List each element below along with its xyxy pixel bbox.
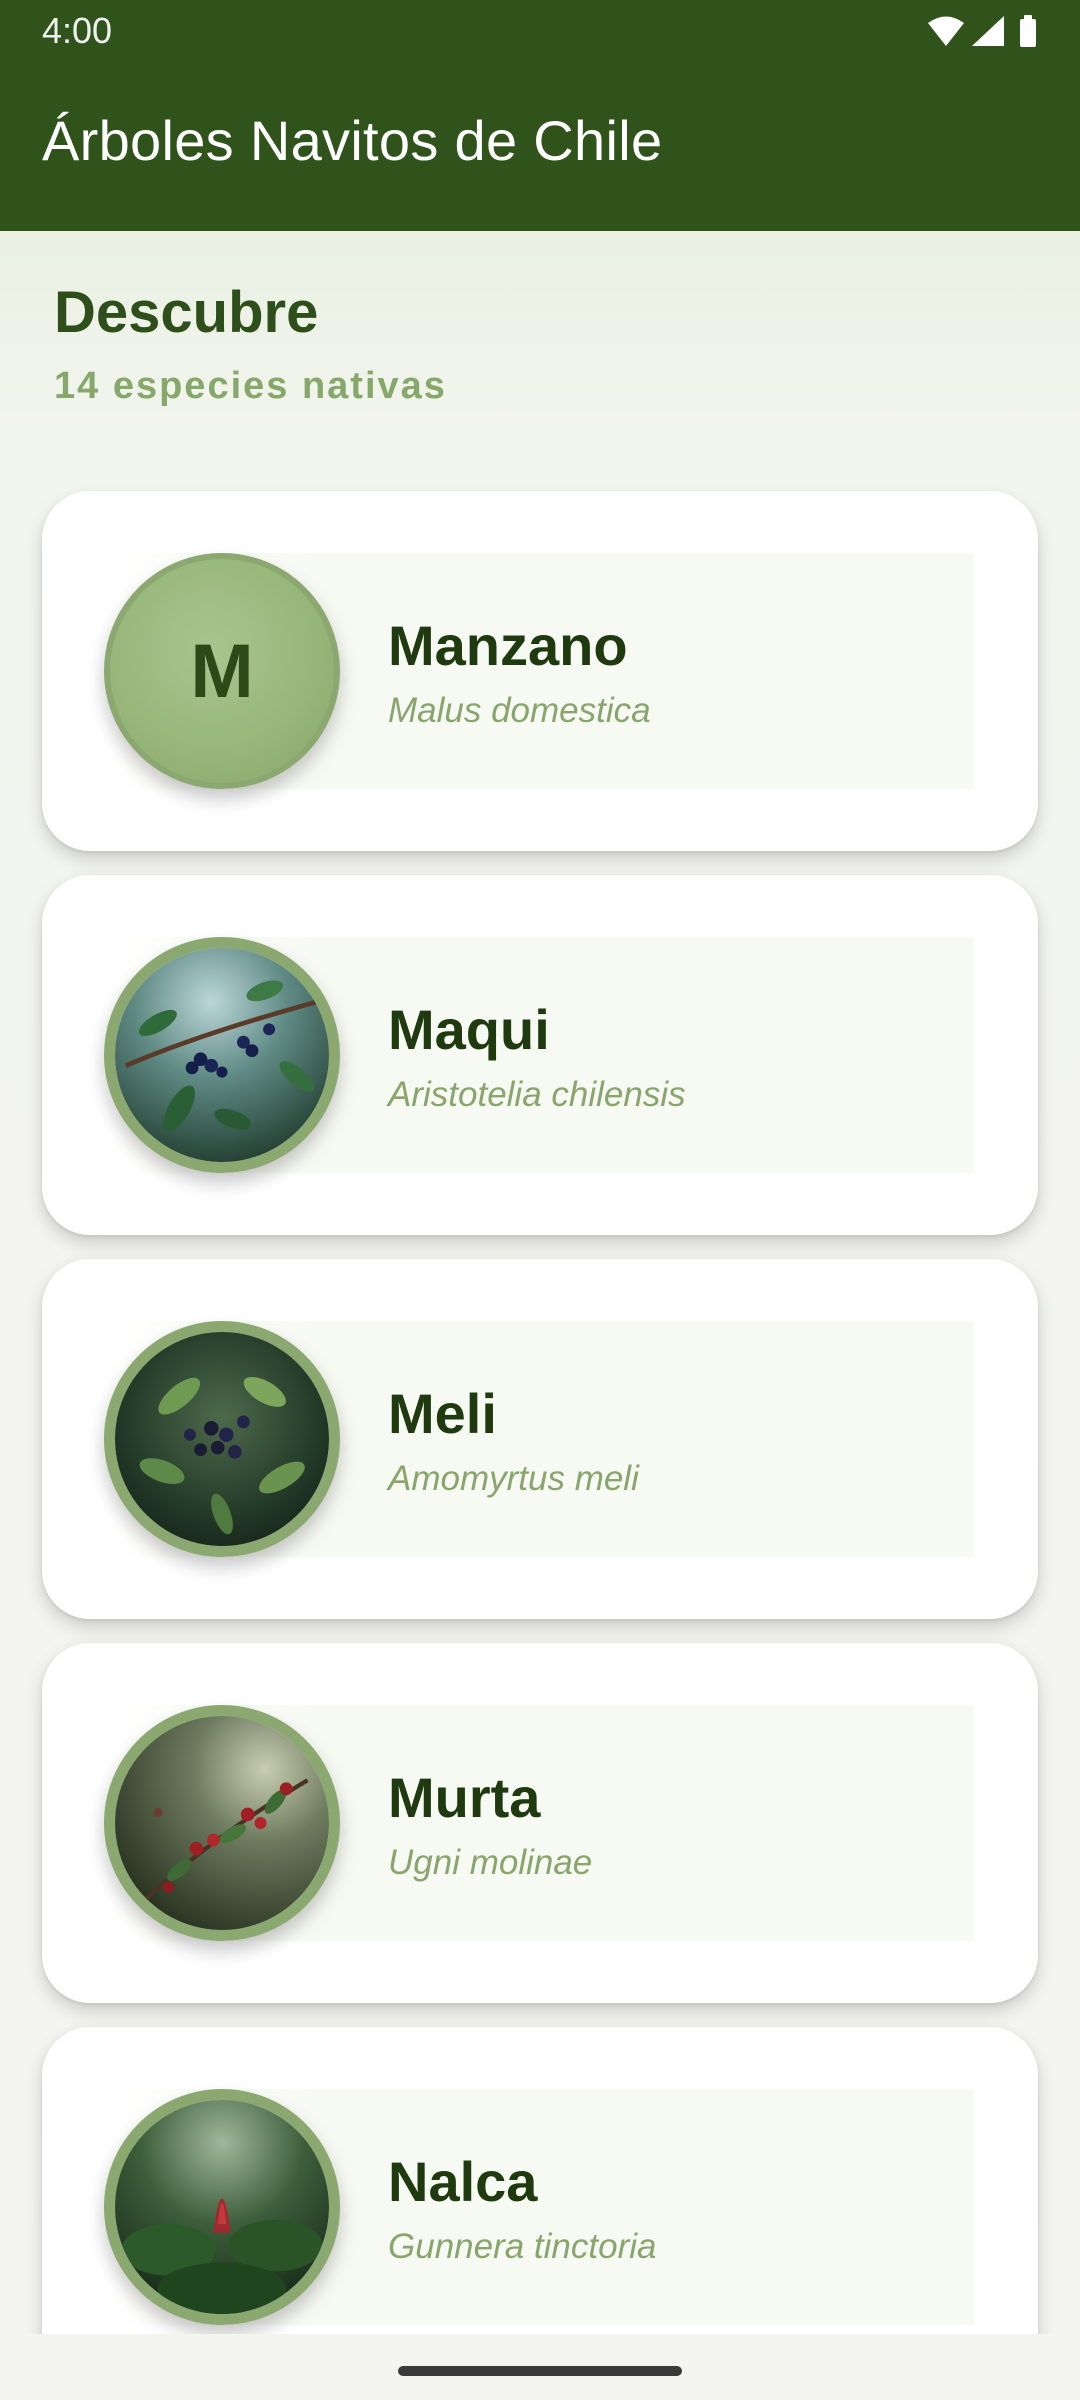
tree-card-meli[interactable]: Meli Amomyrtus meli <box>42 1259 1038 1619</box>
tree-list-screen[interactable]: Descubre 14 especies nativas M Manzano M… <box>0 231 1080 2334</box>
section-title: Descubre <box>54 280 319 345</box>
nalca-photo <box>104 2089 340 2325</box>
meli-photo <box>104 1321 340 1557</box>
murta-photo <box>104 1705 340 1941</box>
tree-scientific-name: Ugni molinae <box>388 1843 593 1882</box>
tree-scientific-name: Malus domestica <box>388 691 651 730</box>
home-indicator[interactable] <box>398 2366 682 2376</box>
tree-name: Nalca <box>388 2150 538 2213</box>
wifi-icon <box>928 16 964 46</box>
tree-scientific-name: Amomyrtus meli <box>388 1459 639 1498</box>
tree-card-murta[interactable]: Murta Ugni molinae <box>42 1643 1038 2003</box>
maqui-photo <box>104 937 340 1173</box>
signal-icon <box>972 16 1004 46</box>
system-nav-bar <box>0 2334 1080 2400</box>
app-title: Árboles Navitos de Chile <box>42 109 663 172</box>
species-count: 14 especies nativas <box>54 365 447 407</box>
tree-card-maqui[interactable]: Maqui Aristotelia chilensis <box>42 875 1038 1235</box>
tree-name: Manzano <box>388 614 628 677</box>
status-icons <box>926 14 1038 48</box>
tree-scientific-name: Gunnera tinctoria <box>388 2227 657 2266</box>
status-time: 4:00 <box>42 10 113 51</box>
tree-name: Murta <box>388 1766 541 1829</box>
tree-name: Maqui <box>388 998 550 1061</box>
battery-icon <box>1020 15 1036 47</box>
tree-card-manzano[interactable]: M Manzano Malus domestica <box>42 491 1038 851</box>
tree-name: Meli <box>388 1382 497 1445</box>
tree-avatar-initial: M <box>104 553 340 789</box>
tree-scientific-name: Aristotelia chilensis <box>388 1075 686 1114</box>
avatar-letter: M <box>190 628 254 714</box>
tree-card-nalca[interactable]: Nalca Gunnera tinctoria <box>42 2027 1038 2334</box>
app-bar: 4:00 Árboles Navitos de Chile <box>0 0 1080 231</box>
